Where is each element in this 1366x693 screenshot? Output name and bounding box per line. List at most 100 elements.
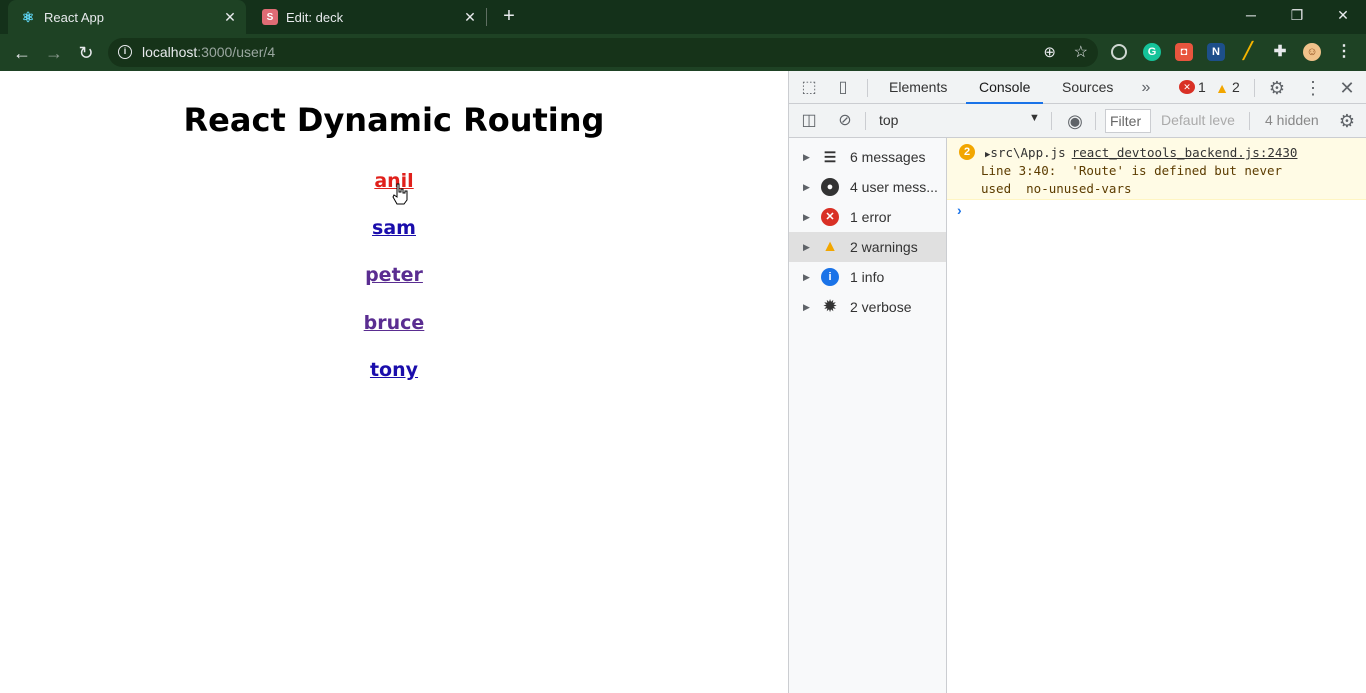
address-bar[interactable]: i localhost:3000/user/4 ⊕ ☆ xyxy=(108,38,1098,67)
chevron-down-icon[interactable]: ▼ xyxy=(1029,112,1040,124)
tab-sources[interactable]: Sources xyxy=(1062,71,1113,104)
expand-arrow-icon[interactable]: ▶ xyxy=(803,212,813,223)
sidebar-item-label: 1 error xyxy=(850,209,892,225)
close-devtools-icon[interactable]: ✕ xyxy=(1337,78,1357,98)
device-toolbar-icon[interactable]: ▯ xyxy=(833,78,853,98)
sidebar-item-warnings[interactable]: ▶ ▲ 2 warnings xyxy=(789,232,946,262)
bookmark-star-icon[interactable]: ☆ xyxy=(1074,42,1088,62)
expand-arrow-icon[interactable]: ▶ xyxy=(803,302,813,313)
s-favicon-icon: S xyxy=(262,9,278,25)
expand-arrow-icon[interactable]: ▶ xyxy=(803,182,813,193)
extension-n-icon[interactable]: N xyxy=(1207,43,1225,61)
browser-menu-icon[interactable]: ⋮ xyxy=(1335,43,1353,61)
forward-icon[interactable]: → xyxy=(42,41,66,65)
filter-input[interactable]: Filter xyxy=(1105,109,1151,133)
repeat-count-badge: 2 xyxy=(959,144,975,160)
console-prompt-chevron-icon[interactable]: › xyxy=(957,202,962,218)
error-count-icon[interactable]: ✕ xyxy=(1179,80,1195,94)
sidebar-item-messages[interactable]: ▶ ☰ 6 messages xyxy=(789,142,946,172)
devtools-menu-icon[interactable]: ⋮ xyxy=(1303,78,1323,98)
site-info-icon[interactable]: i xyxy=(118,45,132,59)
sidebar-item-user-messages[interactable]: ▶ ● 4 user mess... xyxy=(789,172,946,202)
settings-gear-icon[interactable]: ⚙ xyxy=(1267,78,1287,98)
source-link[interactable]: react_devtools_backend.js:2430 xyxy=(1072,145,1298,160)
divider xyxy=(867,79,868,97)
tab-console[interactable]: Console xyxy=(966,71,1044,104)
window-close-icon[interactable]: ✕ xyxy=(1320,0,1366,30)
user-link-tony[interactable]: tony xyxy=(0,359,788,381)
url-text: localhost:3000/user/4 xyxy=(142,44,276,60)
source-file: src\App.js xyxy=(990,145,1066,160)
console-warning-message[interactable]: 2 ▶src\App.js react_devtools_backend.js:2… xyxy=(947,138,1366,200)
expand-arrow-icon[interactable]: ▶ xyxy=(803,152,813,163)
warning-icon: ▲ xyxy=(822,238,838,255)
console-toolbar: ◫ ⊘ top ▼ ◉ Filter Default leve 4 hidden… xyxy=(789,104,1366,138)
user-link-peter[interactable]: peter xyxy=(0,264,788,286)
page-title: React Dynamic Routing xyxy=(183,101,605,139)
tab-title: Edit: deck xyxy=(286,9,344,25)
sidebar-item-verbose[interactable]: ▶ ✹ 2 verbose xyxy=(789,292,946,322)
profile-avatar[interactable]: ☺ xyxy=(1303,43,1321,61)
user-link-sam[interactable]: sam xyxy=(0,217,788,239)
restore-icon[interactable]: ❐ xyxy=(1274,0,1320,30)
warning-text-line: used no-unused-vars xyxy=(981,181,1132,196)
bug-icon: ✹ xyxy=(823,298,837,315)
divider xyxy=(1254,79,1255,97)
sidebar-toggle-icon[interactable]: ◫ xyxy=(799,111,819,131)
sidebar-item-label: 2 verbose xyxy=(850,299,912,315)
zoom-icon[interactable]: ⊕ xyxy=(1043,43,1056,61)
browser-toolbar: ← → ↻ i localhost:3000/user/4 ⊕ ☆ G ◘ N … xyxy=(0,34,1366,71)
hand-cursor-icon xyxy=(392,183,408,205)
react-icon: ⚛ xyxy=(20,8,36,25)
console-settings-gear-icon[interactable]: ⚙ xyxy=(1337,111,1357,131)
sidebar-item-errors[interactable]: ▶ ✕ 1 error xyxy=(789,202,946,232)
devtools-panel: ⬚ ▯ Elements Console Sources » ✕ 1 ▲ 2 ⚙… xyxy=(788,71,1366,693)
tab-edit-deck[interactable]: S Edit: deck ✕ xyxy=(250,0,486,34)
tab-strip: ⚛ React App ✕ S Edit: deck ✕ + ─ ❐ ✕ xyxy=(0,0,1366,34)
expand-arrow-icon[interactable]: ▶ xyxy=(803,272,813,283)
context-selector[interactable]: top xyxy=(879,112,898,128)
devtools-tabbar: ⬚ ▯ Elements Console Sources » ✕ 1 ▲ 2 ⚙… xyxy=(789,71,1366,104)
warning-count: 2 xyxy=(1232,79,1240,95)
console-sidebar: ▶ ☰ 6 messages ▶ ● 4 user mess... ▶ ✕ 1 … xyxy=(789,138,947,693)
user-link-bruce[interactable]: bruce xyxy=(0,312,788,334)
extension-circle-icon[interactable] xyxy=(1111,44,1127,60)
error-count: 1 xyxy=(1198,79,1206,95)
divider xyxy=(865,112,866,130)
info-icon: i xyxy=(821,268,839,286)
new-tab-icon[interactable]: + xyxy=(498,5,520,27)
warning-header: ▶src\App.js react_devtools_backend.js:243… xyxy=(985,145,1297,160)
sidebar-item-label: 4 user mess... xyxy=(850,179,938,195)
more-tabs-icon[interactable]: » xyxy=(1136,78,1156,98)
warning-count-icon[interactable]: ▲ xyxy=(1212,78,1232,98)
close-icon[interactable]: ✕ xyxy=(220,9,240,26)
live-expression-eye-icon[interactable]: ◉ xyxy=(1065,111,1085,131)
extension-pencil-icon[interactable]: ╱ xyxy=(1239,43,1257,61)
sidebar-item-label: 1 info xyxy=(850,269,885,285)
list-icon: ☰ xyxy=(823,149,837,165)
sidebar-item-label: 2 warnings xyxy=(850,239,918,255)
divider xyxy=(1095,112,1096,130)
divider xyxy=(1249,112,1250,130)
tab-title: React App xyxy=(44,9,104,25)
close-icon[interactable]: ✕ xyxy=(460,9,480,26)
sidebar-item-label: 6 messages xyxy=(850,149,926,165)
reload-icon[interactable]: ↻ xyxy=(74,41,98,65)
extensions-puzzle-icon[interactable]: ✚ xyxy=(1271,43,1289,61)
tab-elements[interactable]: Elements xyxy=(889,71,947,104)
back-icon[interactable]: ← xyxy=(10,41,34,65)
tab-divider xyxy=(486,8,487,26)
inspect-element-icon[interactable]: ⬚ xyxy=(799,78,819,98)
minimize-icon[interactable]: ─ xyxy=(1228,0,1274,30)
log-levels-dropdown[interactable]: Default leve xyxy=(1161,112,1235,128)
tab-react-app[interactable]: ⚛ React App ✕ xyxy=(8,0,246,34)
user-icon: ● xyxy=(821,178,839,196)
expand-arrow-icon[interactable]: ▶ xyxy=(803,242,813,253)
extension-camera-icon[interactable]: ◘ xyxy=(1175,43,1193,61)
page-content: React Dynamic Routing anil sam peter bru… xyxy=(0,71,788,693)
hidden-count: 4 hidden xyxy=(1265,112,1319,128)
grammarly-icon[interactable]: G xyxy=(1143,43,1161,61)
console-output: 2 ▶src\App.js react_devtools_backend.js:2… xyxy=(947,138,1366,693)
sidebar-item-info[interactable]: ▶ i 1 info xyxy=(789,262,946,292)
clear-console-icon[interactable]: ⊘ xyxy=(835,111,855,131)
